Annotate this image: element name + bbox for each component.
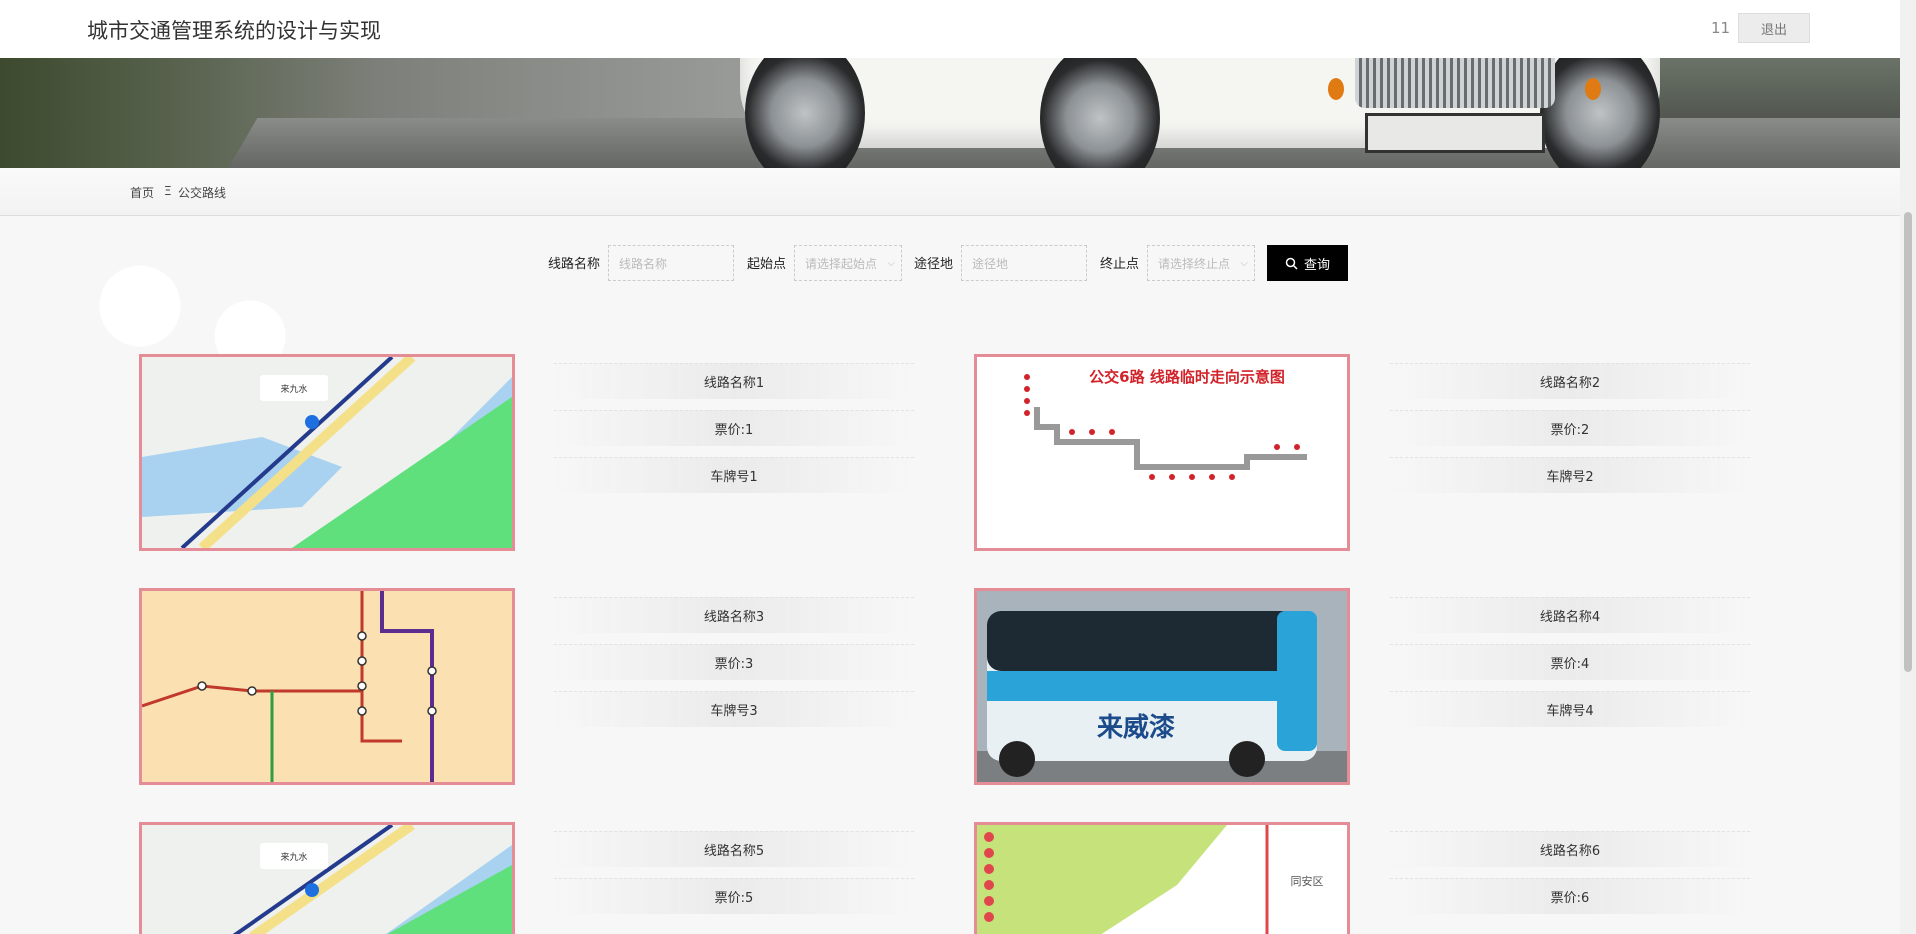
map-label: 来九水 <box>280 851 307 863</box>
route-name-2: 线路名称2 <box>1390 363 1750 399</box>
route-name-6: 线路名称6 <box>1390 831 1750 867</box>
banner-lamp <box>1328 78 1344 100</box>
map-label: 来九水 <box>280 383 307 395</box>
banner-wheel <box>1040 58 1160 168</box>
banner-plate <box>1365 113 1545 153</box>
route-plate-4: 车牌号4 <box>1390 691 1750 727</box>
scrollbar-thumb[interactable] <box>1904 212 1912 672</box>
route-price-5: 票价:5 <box>554 878 914 914</box>
route-name-label: 线路名称 <box>548 257 601 272</box>
end-point-placeholder: 请选择终止点 <box>1158 256 1231 271</box>
logout-button[interactable]: 退出 <box>1738 13 1810 43</box>
vertical-scrollbar[interactable] <box>1900 0 1916 934</box>
via-input[interactable]: 途径地 <box>961 245 1087 281</box>
route-name-1: 线路名称1 <box>554 363 914 399</box>
route-image-6[interactable]: 同安区 <box>974 822 1350 934</box>
start-point-select[interactable]: 请选择起始点 ⌵ <box>794 245 902 281</box>
route-price-6: 票价:6 <box>1390 878 1750 914</box>
diagram-title: 公交6路 线路临时走向示意图 <box>1089 368 1285 386</box>
route-price-2: 票价:2 <box>1390 410 1750 446</box>
route-name-placeholder: 线路名称 <box>619 256 668 271</box>
chevron-down-icon: ⌵ <box>1240 257 1248 269</box>
start-point-label: 起始点 <box>747 257 787 272</box>
via-placeholder: 途径地 <box>972 256 1009 271</box>
route-plate-1: 车牌号1 <box>554 457 914 493</box>
start-point-placeholder: 请选择起始点 <box>805 256 878 271</box>
search-button[interactable]: 查询 <box>1267 245 1348 281</box>
route-image-4[interactable]: 来威漆 <box>974 588 1350 785</box>
via-label: 途径地 <box>914 257 954 272</box>
bus-text: 来威漆 <box>1097 712 1175 743</box>
username[interactable]: 11 <box>1711 19 1730 37</box>
route-name-5: 线路名称5 <box>554 831 914 867</box>
top-header: 城市交通管理系统的设计与实现 11 退出 <box>0 0 1900 58</box>
route-price-3: 票价:3 <box>554 644 914 680</box>
site-title: 城市交通管理系统的设计与实现 <box>87 19 381 43</box>
search-button-label: 查询 <box>1303 257 1330 273</box>
route-image-3[interactable] <box>139 588 515 785</box>
route-price-1: 票价:1 <box>554 410 914 446</box>
route-name-3: 线路名称3 <box>554 597 914 633</box>
route-plate-2: 车牌号2 <box>1390 457 1750 493</box>
route-image-1[interactable]: 来九水 <box>139 354 515 551</box>
breadcrumb-separator: Ξ <box>164 184 172 198</box>
banner-wheel <box>1540 58 1660 168</box>
route-image-5[interactable]: 来九水 <box>139 822 515 934</box>
banner-image <box>0 58 1900 168</box>
breadcrumb-home[interactable]: 首页 <box>130 184 154 201</box>
breadcrumb: 首页 Ξ 公交路线 <box>0 168 1900 216</box>
route-name-input[interactable]: 线路名称 <box>608 245 734 281</box>
banner-wheel <box>745 58 865 168</box>
search-icon <box>1285 257 1298 270</box>
banner-grill <box>1355 58 1555 108</box>
chevron-down-icon: ⌵ <box>887 257 895 269</box>
green-map-label: 同安区 <box>1291 874 1324 888</box>
route-image-2[interactable]: 公交6路 线路临时走向示意图 <box>974 354 1350 551</box>
route-name-4: 线路名称4 <box>1390 597 1750 633</box>
banner-lamp <box>1585 78 1601 100</box>
breadcrumb-current: 公交路线 <box>178 186 227 200</box>
end-point-label: 终止点 <box>1100 257 1140 272</box>
route-price-4: 票价:4 <box>1390 644 1750 680</box>
end-point-select[interactable]: 请选择终止点 ⌵ <box>1147 245 1255 281</box>
route-plate-3: 车牌号3 <box>554 691 914 727</box>
